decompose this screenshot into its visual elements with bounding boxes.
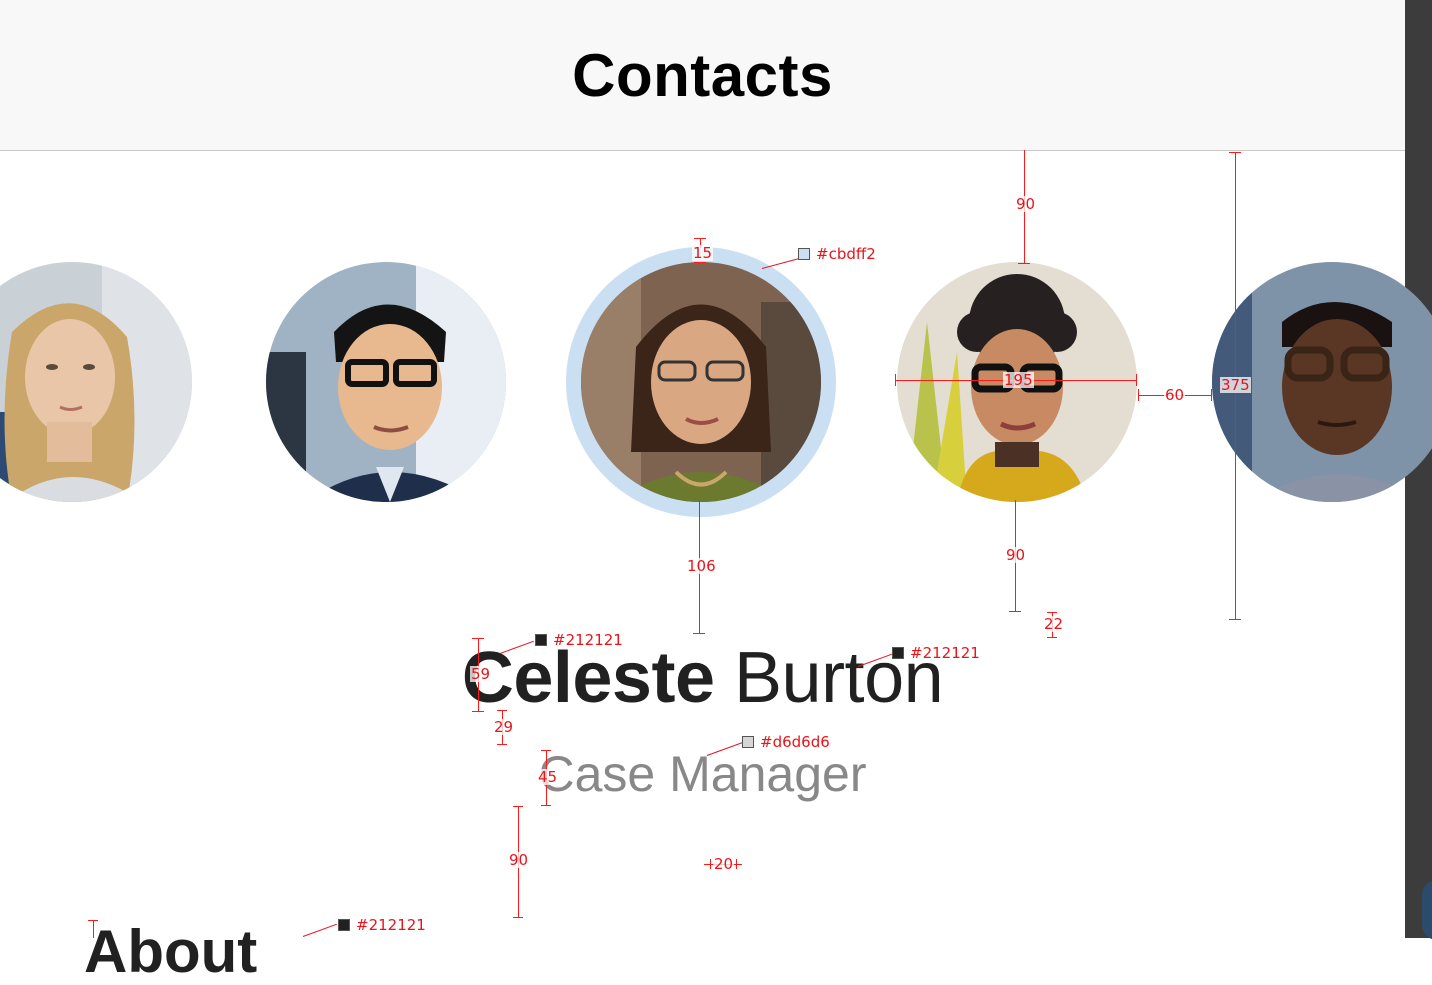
label-small-gap: 22 xyxy=(1043,615,1065,633)
redline-tick xyxy=(472,711,484,712)
label-carousel-height: 375 xyxy=(1220,376,1251,394)
redline-tick xyxy=(1047,637,1057,638)
redline-tick xyxy=(694,262,706,263)
redline-tick xyxy=(1047,612,1057,613)
redline-tick xyxy=(895,374,896,386)
redline-about-top xyxy=(93,920,94,938)
label-ring-gap: 15 xyxy=(692,244,714,262)
contact-name: Celeste Burton xyxy=(0,636,1405,720)
redline-tick xyxy=(1009,611,1021,612)
leader-about-color xyxy=(302,923,337,937)
label-role-to-about: 90 xyxy=(508,851,530,869)
label-avatar-width: 195 xyxy=(1003,371,1034,389)
avatar-woman-blonde[interactable] xyxy=(0,262,192,502)
label-center-gap: 20 xyxy=(713,855,735,873)
redline-tick xyxy=(1136,374,1137,386)
note-name-color-b: #212121 xyxy=(892,645,980,661)
redline-tick xyxy=(541,805,551,806)
app-header: Contacts xyxy=(0,0,1405,151)
note-name-color-a: #212121 xyxy=(535,632,623,648)
redline-tick xyxy=(736,859,737,869)
swatch-ring xyxy=(798,248,810,260)
redline-tick xyxy=(1018,263,1030,264)
note-ring-color: #cbdff2 xyxy=(798,246,876,262)
redline-tick xyxy=(541,750,551,751)
swatch-name-a xyxy=(535,634,547,646)
note-about-color: #212121 xyxy=(338,917,426,933)
redline-tick xyxy=(693,633,705,634)
label-name-height: 59 xyxy=(470,665,492,683)
redline-tick xyxy=(497,710,507,711)
redline-tick xyxy=(1138,389,1139,401)
label-top-gap: 90 xyxy=(1015,195,1037,213)
contact-role: Case Manager xyxy=(538,746,867,802)
redline-tick xyxy=(472,638,484,639)
redline-tick xyxy=(694,238,706,239)
redline-tick xyxy=(513,917,523,918)
redline-tick xyxy=(1229,152,1241,153)
swatch-name-b xyxy=(892,647,904,659)
avatar-celeste-burton[interactable] xyxy=(581,262,821,502)
redline-tick xyxy=(710,859,711,869)
note-role-color: #d6d6d6 xyxy=(742,734,830,750)
redline-tick xyxy=(497,744,507,745)
page-title: Contacts xyxy=(572,41,833,109)
label-avatar-to-name: 106 xyxy=(686,557,717,575)
avatar-man-glasses[interactable] xyxy=(266,262,506,502)
swatch-about xyxy=(338,919,350,931)
redline-tick xyxy=(1211,389,1212,401)
redline-tick xyxy=(513,806,523,807)
about-heading: About xyxy=(84,918,258,985)
redline-tick xyxy=(88,920,98,921)
label-avatar-spacing: 60 xyxy=(1164,386,1186,404)
leader-ring-color xyxy=(761,257,801,269)
redline-tick xyxy=(1229,619,1241,620)
swatch-role xyxy=(742,736,754,748)
label-avatar-bottom-gap: 90 xyxy=(1005,546,1027,564)
contact-first-name: Celeste xyxy=(461,638,715,718)
label-role-height: 45 xyxy=(537,768,559,786)
scroll-knob[interactable] xyxy=(1422,880,1432,940)
label-name-to-role: 29 xyxy=(493,718,515,736)
